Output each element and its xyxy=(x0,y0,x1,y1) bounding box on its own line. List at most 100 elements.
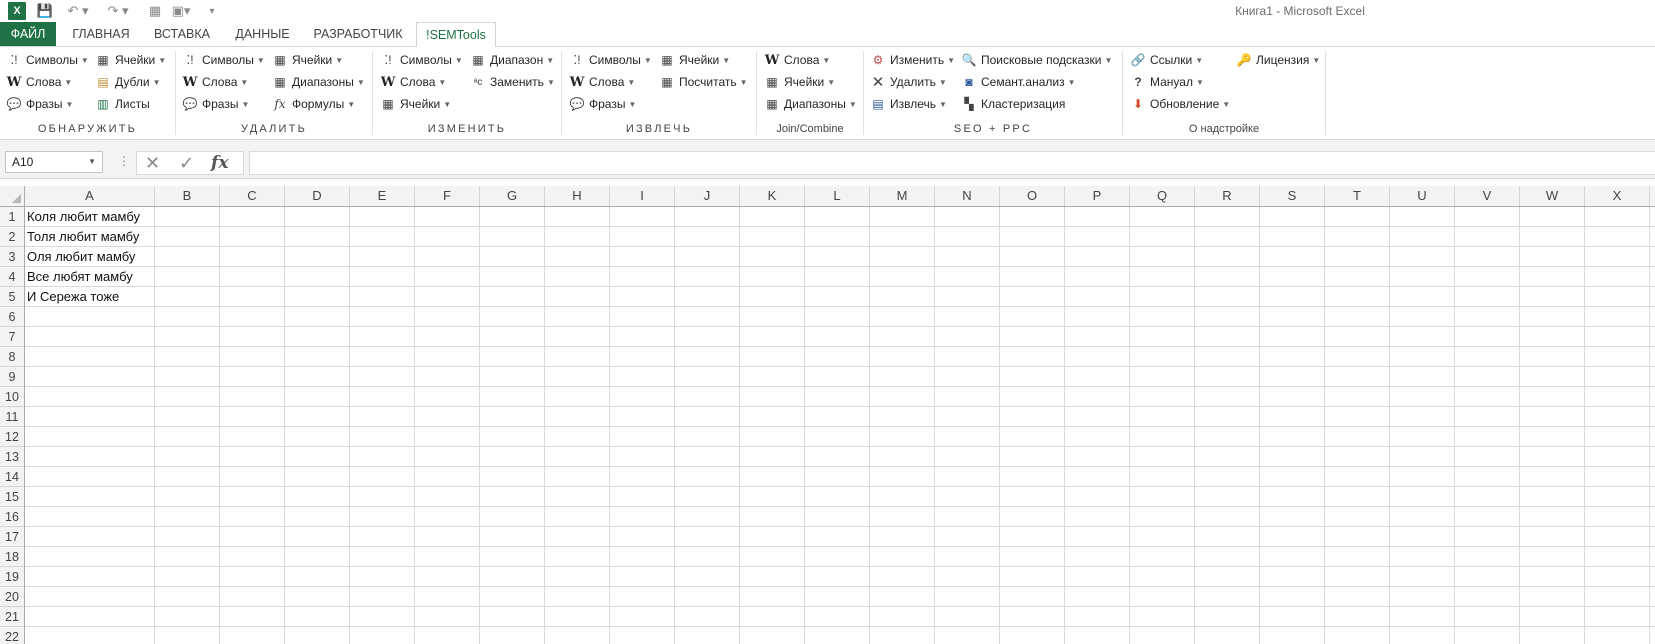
column-header-r[interactable]: R xyxy=(1195,186,1260,206)
detect-sheets-button[interactable]: ▥ Листы xyxy=(95,94,149,114)
column-header-m[interactable]: M xyxy=(870,186,935,206)
cancel-icon[interactable]: ✕ xyxy=(145,153,160,174)
detect-symbols-button[interactable]: ⁚! Символы ▼ xyxy=(6,50,88,70)
enter-icon[interactable]: ✓ xyxy=(179,153,194,174)
row-header-9[interactable]: 9 xyxy=(0,367,24,387)
detect-cells-button[interactable]: ▦ Ячейки ▼ xyxy=(95,50,166,70)
column-header-e[interactable]: E xyxy=(350,186,415,206)
row-header-17[interactable]: 17 xyxy=(0,527,24,547)
remove-symbols-button[interactable]: ⁚! Символы ▼ xyxy=(182,50,264,70)
column-header-v[interactable]: V xyxy=(1455,186,1520,206)
replace-button[interactable]: ᵃc Заменить ▼ xyxy=(470,72,555,92)
extract-symbols-button[interactable]: ⁚! Символы ▼ xyxy=(569,50,651,70)
detect-phrases-button[interactable]: 💬 Фразы ▼ xyxy=(6,94,74,114)
change-words-button[interactable]: W Слова ▼ xyxy=(380,72,447,92)
row-header-16[interactable]: 16 xyxy=(0,507,24,527)
semantic-analysis-button[interactable]: ◙ Семант.анализ ▼ xyxy=(961,72,1075,92)
column-header-j[interactable]: J xyxy=(675,186,740,206)
license-button[interactable]: 🔑 Лицензия ▼ xyxy=(1236,50,1321,70)
select-all-button[interactable] xyxy=(0,186,25,206)
column-header-s[interactable]: S xyxy=(1260,186,1325,206)
seo-change-button[interactable]: ⚙ Изменить ▼ xyxy=(870,50,955,70)
change-symbols-button[interactable]: ⁚! Символы ▼ xyxy=(380,50,462,70)
column-header-g[interactable]: G xyxy=(480,186,545,206)
tab-semtools[interactable]: !SEMTools xyxy=(416,22,496,47)
column-header-f[interactable]: F xyxy=(415,186,480,206)
change-range-button[interactable]: ▦ Диапазон ▼ xyxy=(470,50,554,70)
remove-phrases-button[interactable]: 💬 Фразы ▼ xyxy=(182,94,250,114)
row-header-12[interactable]: 12 xyxy=(0,427,24,447)
remove-words-button[interactable]: W Слова ▼ xyxy=(182,72,249,92)
tab-developer[interactable]: РАЗРАБОТЧИК xyxy=(308,22,408,46)
row-header-1[interactable]: 1 xyxy=(0,207,24,227)
column-header-h[interactable]: H xyxy=(545,186,610,206)
save-icon[interactable]: 💾 xyxy=(36,0,54,22)
column-header-t[interactable]: T xyxy=(1325,186,1390,206)
tab-insert[interactable]: ВСТАВКА xyxy=(147,22,217,46)
row-header-3[interactable]: 3 xyxy=(0,247,24,267)
row-header-22[interactable]: 22 xyxy=(0,627,24,644)
cell-a2[interactable]: Толя любит мамбу xyxy=(27,227,139,247)
row-header-10[interactable]: 10 xyxy=(0,387,24,407)
row-header-6[interactable]: 6 xyxy=(0,307,24,327)
redo-icon[interactable]: ↷ ▾ xyxy=(106,0,130,22)
search-suggestions-button[interactable]: 🔍 Поисковые подсказки ▼ xyxy=(961,50,1113,70)
update-button[interactable]: ⬇ Обновление ▼ xyxy=(1130,94,1230,114)
change-cells-button[interactable]: ▦ Ячейки ▼ xyxy=(380,94,451,114)
column-header-l[interactable]: L xyxy=(805,186,870,206)
insert-function-icon[interactable]: fx xyxy=(211,153,228,173)
detect-duplicates-button[interactable]: ▤ Дубли ▼ xyxy=(95,72,160,92)
column-header-x[interactable]: X xyxy=(1585,186,1650,206)
cell-a5[interactable]: И Сережа тоже xyxy=(27,287,119,307)
chevron-down-icon[interactable]: ▼ xyxy=(88,157,96,166)
row-header-18[interactable]: 18 xyxy=(0,547,24,567)
clustering-button[interactable]: ▚ Кластеризация xyxy=(961,94,1065,114)
row-header-11[interactable]: 11 xyxy=(0,407,24,427)
row-header-7[interactable]: 7 xyxy=(0,327,24,347)
name-box[interactable]: A10 ▼ xyxy=(5,151,103,173)
tab-data[interactable]: ДАННЫЕ xyxy=(230,22,295,46)
tab-home[interactable]: ГЛАВНАЯ xyxy=(66,22,136,46)
formula-bar-grip-icon[interactable]: ⋮ xyxy=(118,154,130,168)
column-header-d[interactable]: D xyxy=(285,186,350,206)
column-header-w[interactable]: W xyxy=(1520,186,1585,206)
manual-button[interactable]: ? Мануал ▼ xyxy=(1130,72,1204,92)
row-header-19[interactable]: 19 xyxy=(0,567,24,587)
column-header-a[interactable]: A xyxy=(25,186,155,206)
row-header-15[interactable]: 15 xyxy=(0,487,24,507)
row-header-8[interactable]: 8 xyxy=(0,347,24,367)
row-header-13[interactable]: 13 xyxy=(0,447,24,467)
extract-phrases-button[interactable]: 💬 Фразы ▼ xyxy=(569,94,637,114)
count-button[interactable]: ▦ Посчитать ▼ xyxy=(659,72,747,92)
join-ranges-button[interactable]: ▦ Диапазоны ▼ xyxy=(764,94,856,114)
tab-file[interactable]: ФАЙЛ xyxy=(0,22,56,46)
column-header-b[interactable]: B xyxy=(155,186,220,206)
formula-input[interactable] xyxy=(249,151,1655,175)
column-header-u[interactable]: U xyxy=(1390,186,1455,206)
remove-cells-button[interactable]: ▦ Ячейки ▼ xyxy=(272,50,343,70)
row-header-20[interactable]: 20 xyxy=(0,587,24,607)
seo-extract-button[interactable]: ▤ Извлечь ▼ xyxy=(870,94,947,114)
column-header-n[interactable]: N xyxy=(935,186,1000,206)
row-header-5[interactable]: 5 xyxy=(0,287,24,307)
row-header-14[interactable]: 14 xyxy=(0,467,24,487)
detect-words-button[interactable]: W Слова ▼ xyxy=(6,72,73,92)
row-header-2[interactable]: 2 xyxy=(0,227,24,247)
column-header-o[interactable]: O xyxy=(1000,186,1065,206)
row-header-4[interactable]: 4 xyxy=(0,267,24,287)
form-icon[interactable]: ▣▾ xyxy=(168,0,194,22)
links-button[interactable]: 🔗 Ссылки ▼ xyxy=(1130,50,1204,70)
row-header-21[interactable]: 21 xyxy=(0,607,24,627)
column-header-k[interactable]: K xyxy=(740,186,805,206)
extract-words-button[interactable]: W Слова ▼ xyxy=(569,72,636,92)
column-header-c[interactable]: C xyxy=(220,186,285,206)
cell-a4[interactable]: Все любят мамбу xyxy=(27,267,133,287)
join-words-button[interactable]: W Слова ▼ xyxy=(764,50,831,70)
remove-formulas-button[interactable]: fx Формулы ▼ xyxy=(272,94,355,114)
cell-a3[interactable]: Оля любит мамбу xyxy=(27,247,135,267)
remove-ranges-button[interactable]: ▦ Диапазоны ▼ xyxy=(272,72,364,92)
cell-area[interactable] xyxy=(25,207,1655,644)
column-header-p[interactable]: P xyxy=(1065,186,1130,206)
column-header-y[interactable]: Y xyxy=(1650,186,1655,206)
seo-remove-button[interactable]: ✕ Удалить ▼ xyxy=(870,72,947,92)
